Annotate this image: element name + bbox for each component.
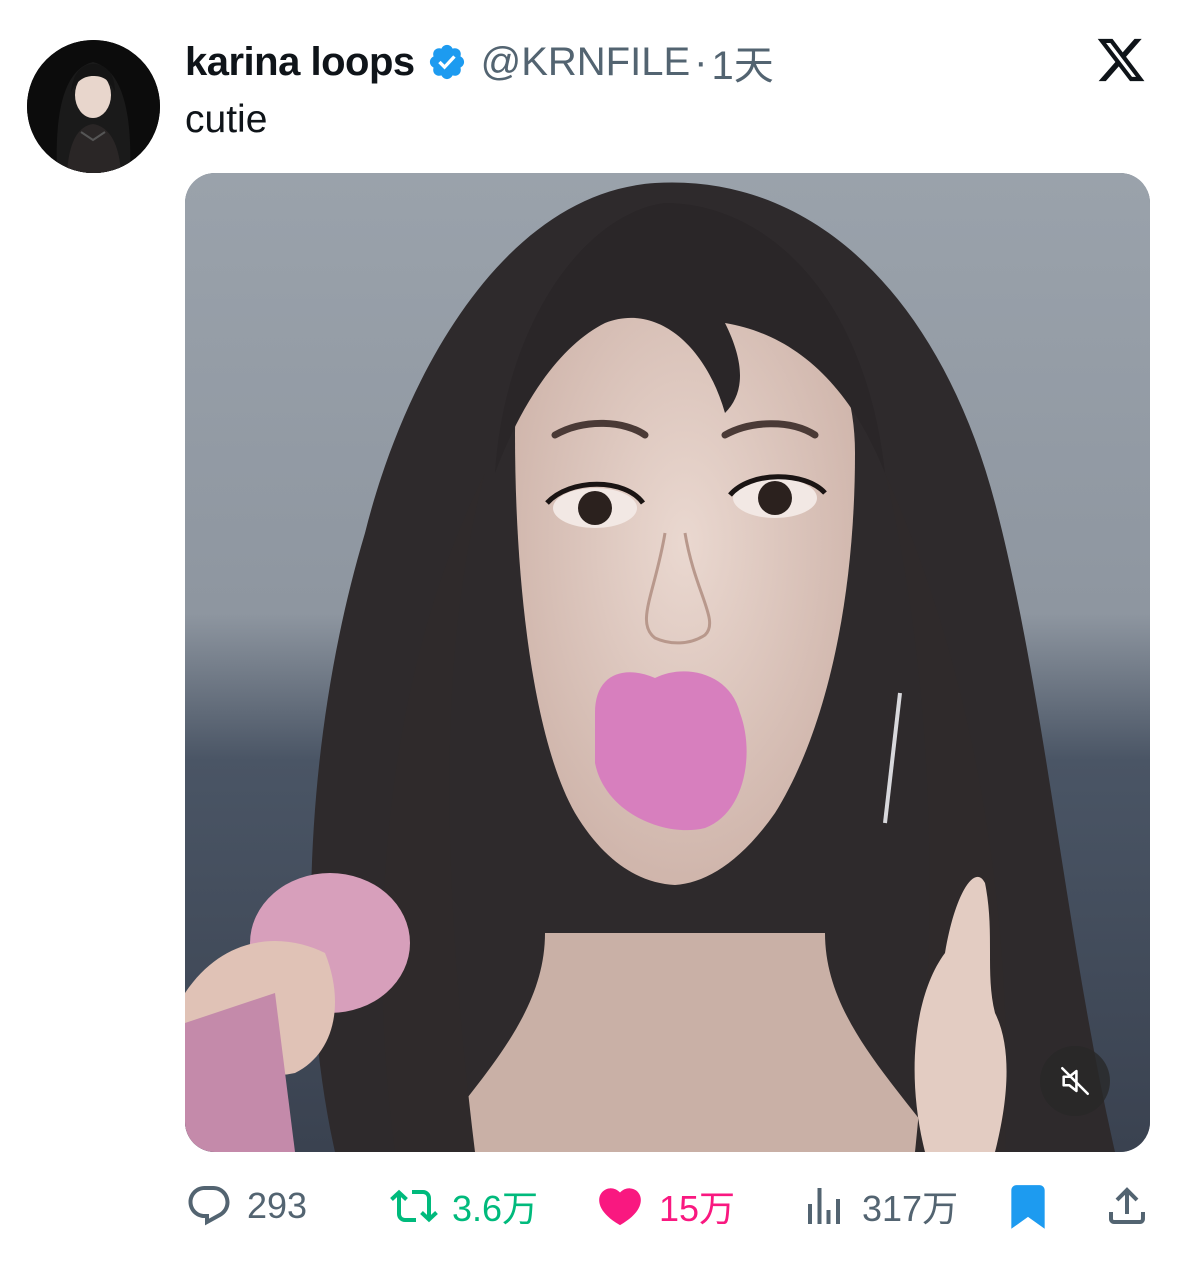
share-icon xyxy=(1109,1187,1145,1224)
reply-icon xyxy=(188,1186,230,1226)
retweet-icon xyxy=(390,1189,438,1223)
user-avatar[interactable] xyxy=(27,40,160,173)
views-button[interactable]: 317万 xyxy=(800,1176,958,1236)
x-logo-icon[interactable] xyxy=(1095,34,1147,86)
like-button[interactable]: 15万 xyxy=(595,1176,735,1236)
sound-off-icon xyxy=(1060,1066,1090,1096)
views-icon xyxy=(808,1188,840,1224)
dot-separator: · xyxy=(694,39,708,84)
tweet-header: karina loops @KRNFILE · 1天 xyxy=(185,34,774,90)
tweet-text: cutie xyxy=(185,98,268,141)
verified-badge-icon xyxy=(429,44,464,80)
post-time[interactable]: 1天 xyxy=(711,33,773,91)
views-count: 317万 xyxy=(862,1188,959,1229)
bookmark-button[interactable] xyxy=(1003,1176,1053,1236)
retweet-count: 3.6万 xyxy=(452,1188,539,1229)
mute-toggle-button[interactable] xyxy=(1040,1046,1110,1116)
avatar-image xyxy=(27,40,160,173)
user-handle[interactable]: @KRNFILE xyxy=(481,40,691,85)
media-video[interactable] xyxy=(185,173,1150,1152)
bookmark-icon xyxy=(1011,1185,1045,1229)
retweet-button[interactable]: 3.6万 xyxy=(390,1176,538,1236)
share-button[interactable] xyxy=(1103,1176,1151,1236)
heart-icon xyxy=(599,1188,641,1226)
video-frame xyxy=(185,173,1150,1152)
action-bar: 293 3.6万 15万 317万 xyxy=(185,1176,1150,1236)
display-name[interactable]: karina loops xyxy=(185,40,415,85)
reply-count: 293 xyxy=(247,1185,308,1226)
reply-button[interactable]: 293 xyxy=(185,1176,307,1236)
like-count: 15万 xyxy=(659,1188,736,1229)
